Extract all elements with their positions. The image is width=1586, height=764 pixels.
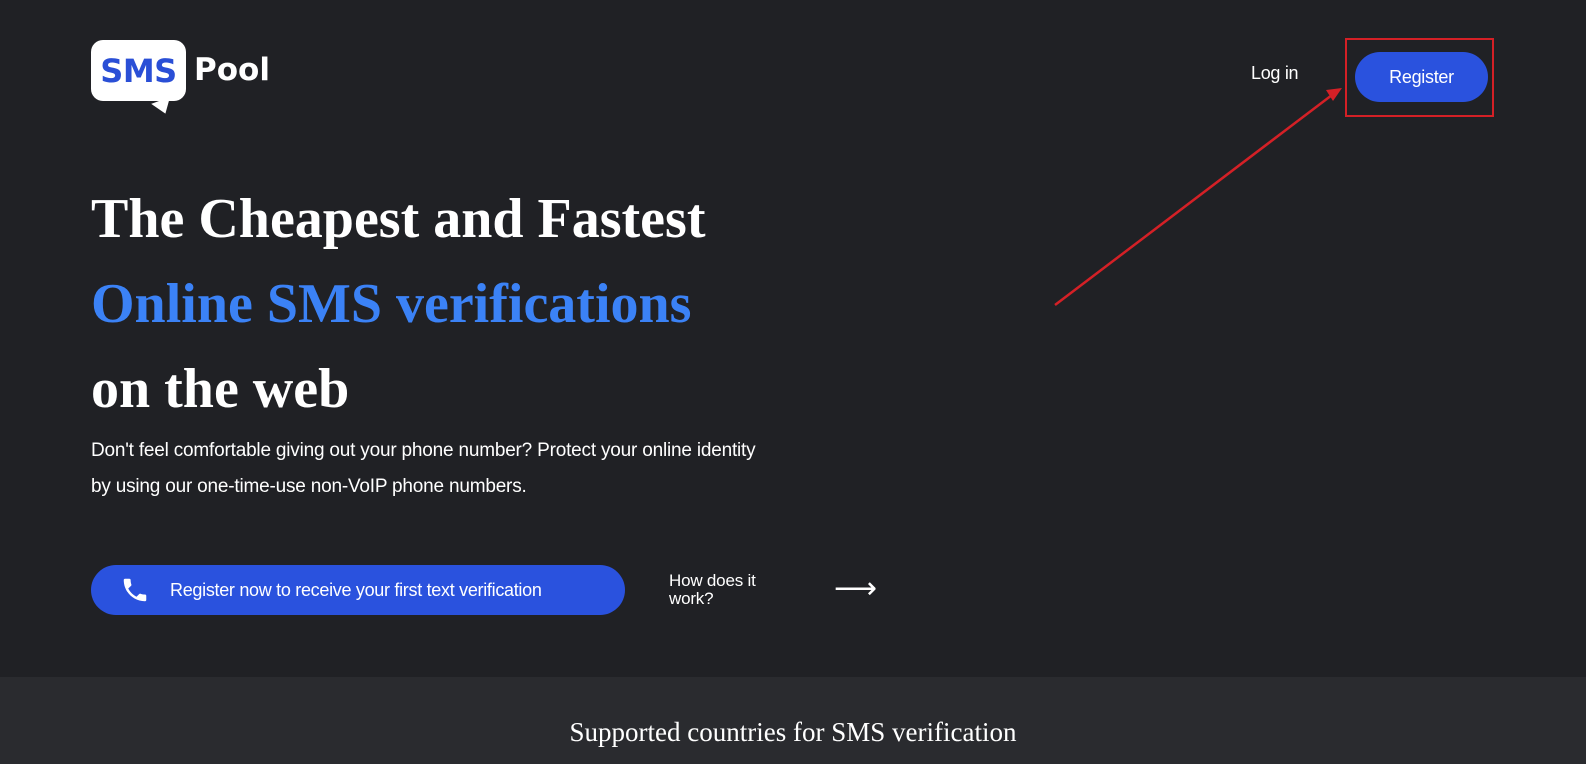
headline-line-1: The Cheapest and Fastest [91,188,706,250]
headline-line-2: Online SMS verifications [91,273,692,335]
phone-icon [119,574,151,606]
hero-description: Don't feel comfortable giving out your p… [91,440,756,497]
how-does-it-work-link[interactable]: How does it work? [669,572,789,608]
supported-countries-title: Supported countries for SMS verification [569,717,1017,747]
register-now-label: Register now to receive your first text … [170,579,542,600]
arrow-right-icon[interactable]: ⟶ [834,574,877,604]
supported-countries-section: Supported countries for SMS verification [0,677,1586,764]
register-now-button[interactable]: Register now to receive your first text … [91,565,625,615]
headline-line-3: on the web [91,358,350,420]
hero-section: SMS Pool Log in Register The Cheapest an… [0,0,1586,677]
